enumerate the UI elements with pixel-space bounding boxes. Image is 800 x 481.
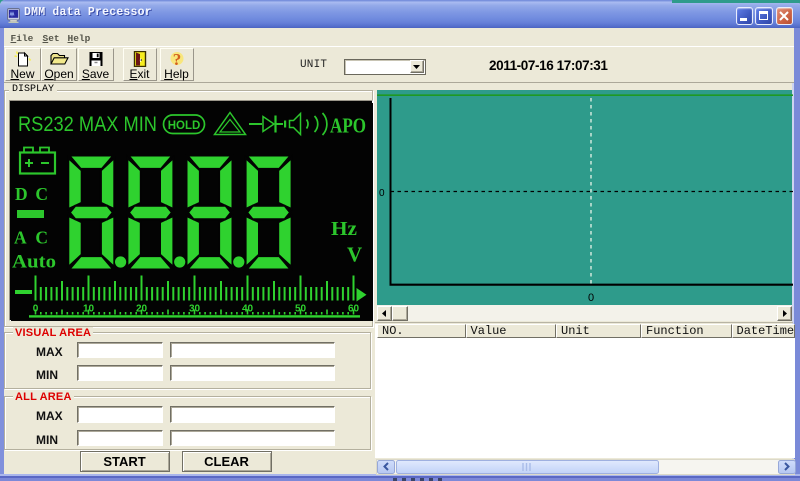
svg-text:APO: APO — [330, 114, 366, 138]
svg-text:Hz: Hz — [331, 218, 357, 240]
svg-text:D C: D C — [15, 184, 48, 204]
svg-text:0: 0 — [588, 292, 594, 304]
svg-text:HOLD: HOLD — [168, 120, 201, 132]
svg-text:?: ? — [172, 51, 181, 68]
svg-text:Auto: Auto — [12, 252, 56, 273]
svg-text:RS232 MAX MIN: RS232 MAX MIN — [18, 113, 157, 136]
svg-text:V: V — [347, 243, 362, 267]
svg-text:A C: A C — [14, 228, 48, 248]
svg-text:0: 0 — [379, 188, 385, 199]
